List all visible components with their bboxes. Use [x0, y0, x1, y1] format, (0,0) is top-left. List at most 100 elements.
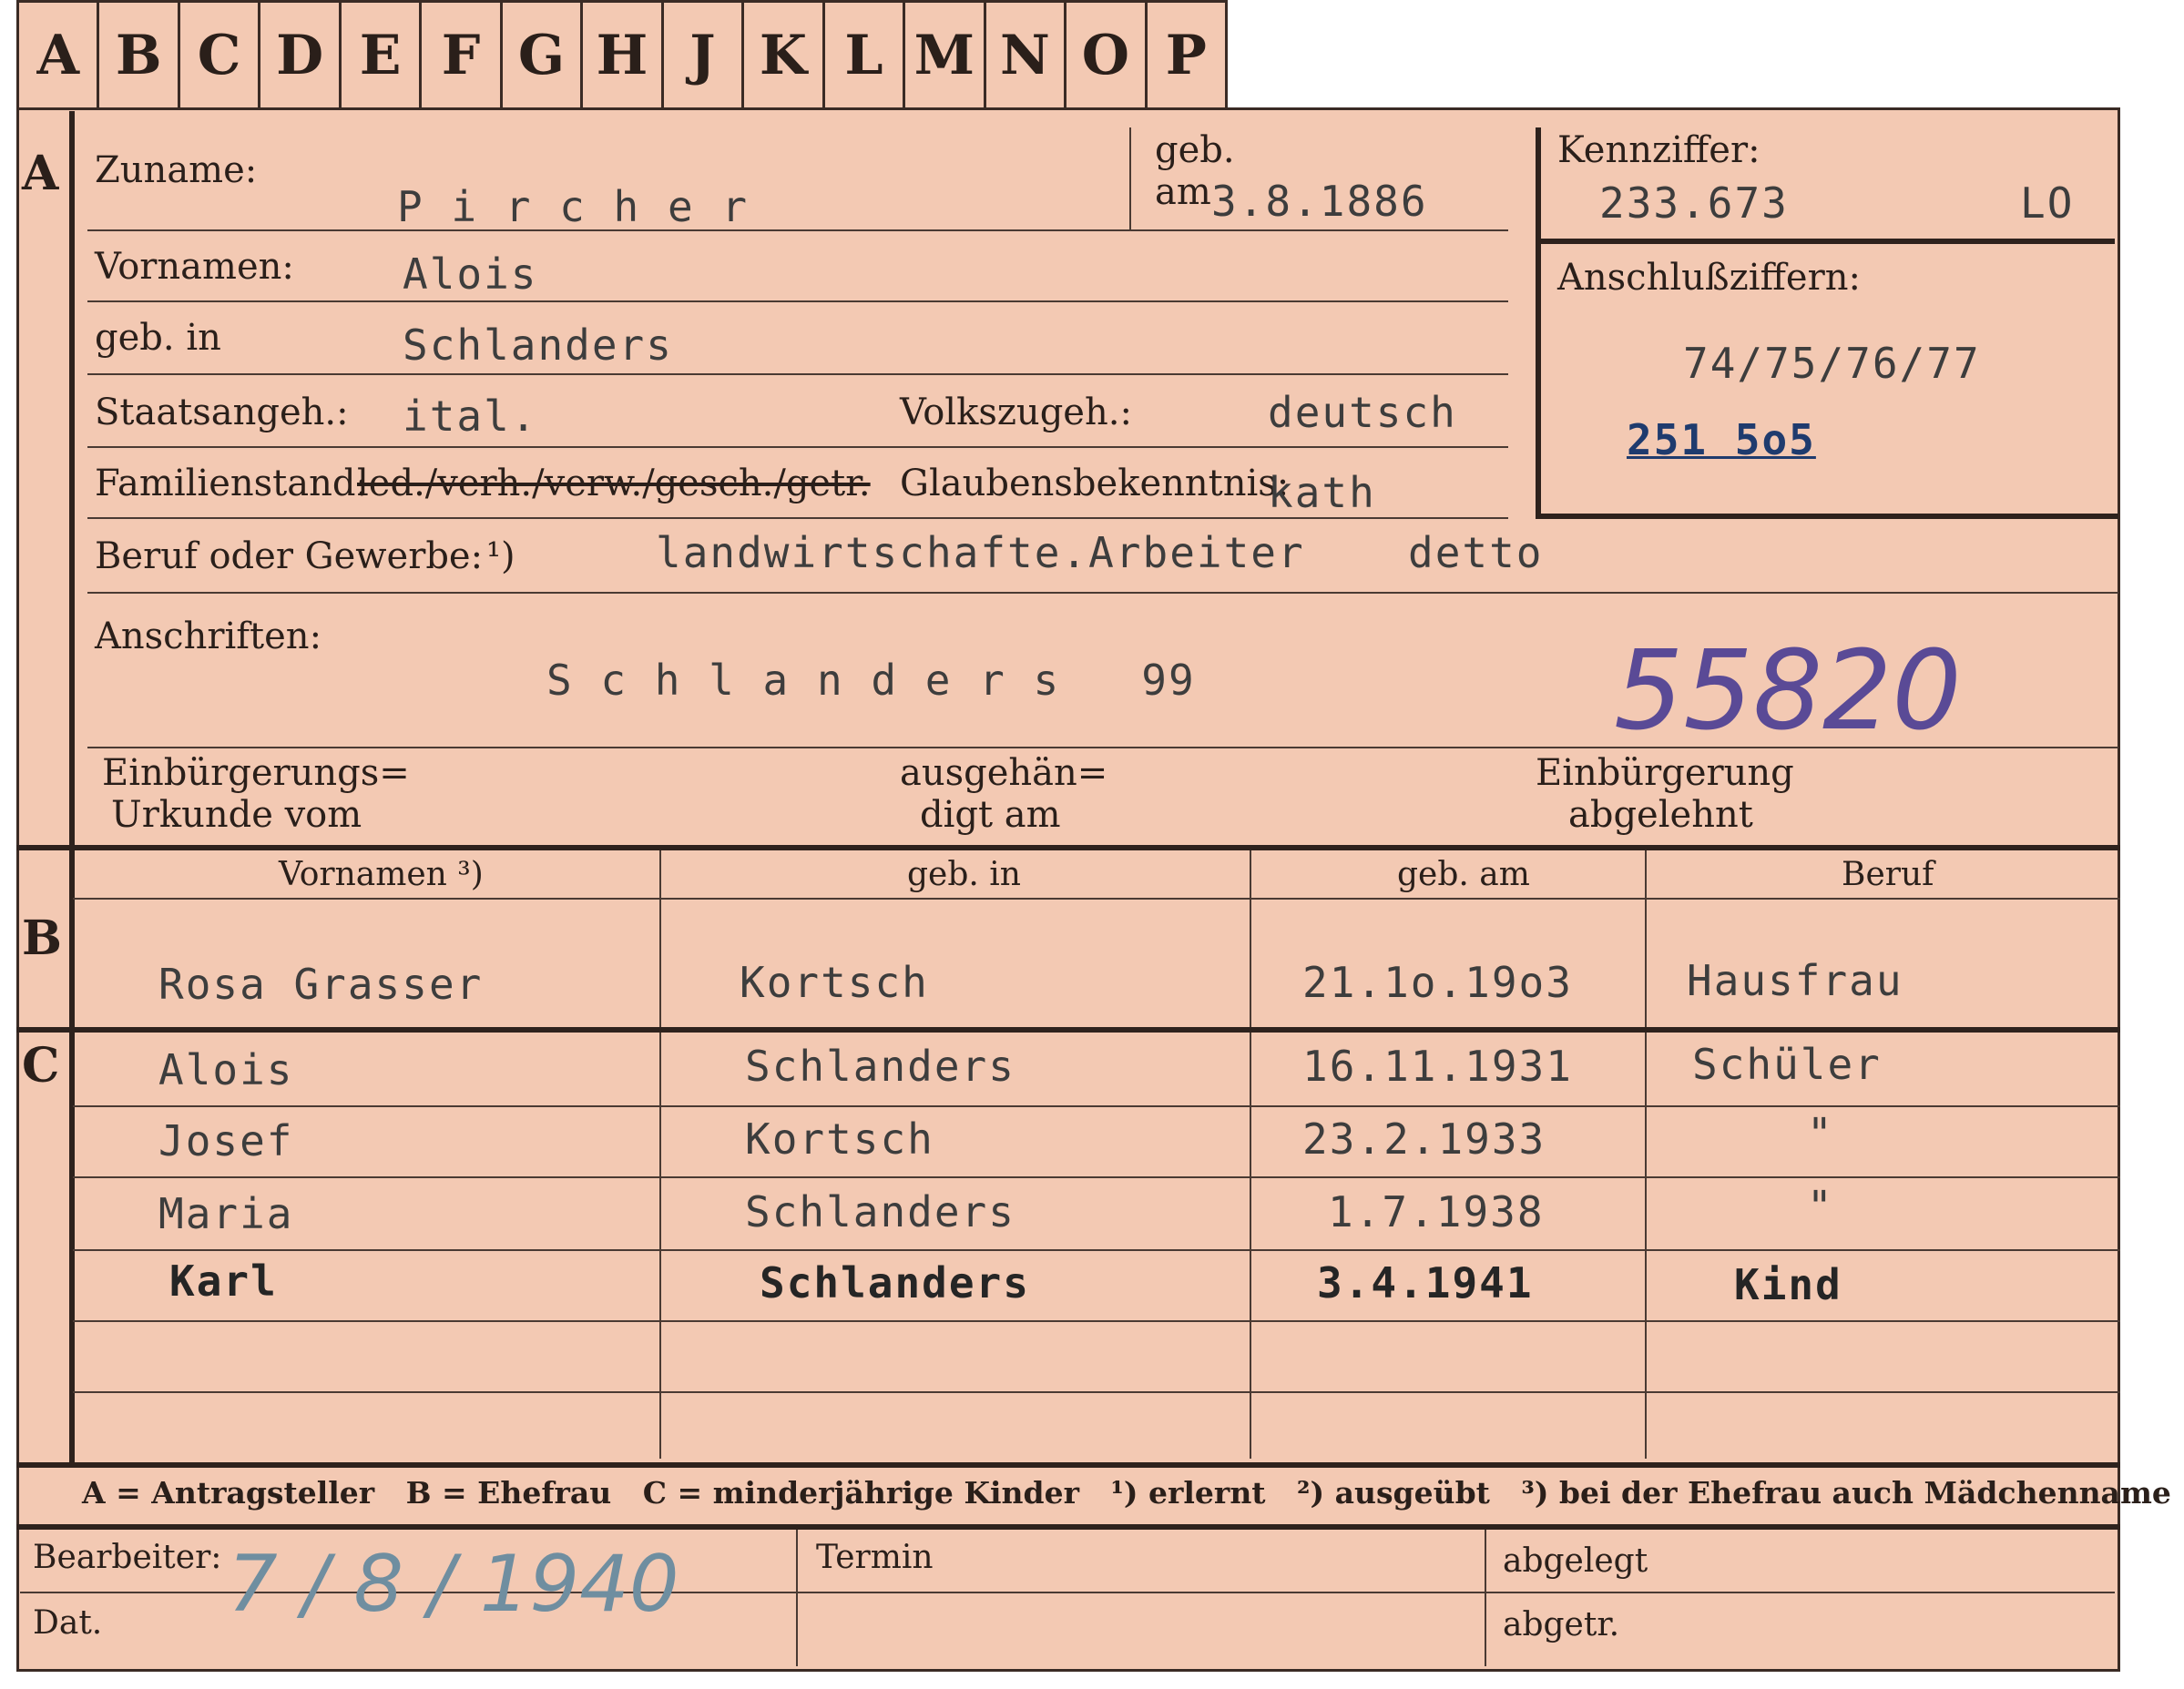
- child-4-birthplace: Schlanders: [760, 1258, 1030, 1307]
- rule-staatsangeh: [87, 446, 1508, 448]
- child-2-birthplace: Kortsch: [745, 1114, 934, 1164]
- child-4-birthdate: 3.4.1941: [1317, 1258, 1534, 1307]
- tab-letter[interactable]: E: [342, 3, 423, 107]
- spouse-birthplace: Kortsch: [740, 958, 929, 1007]
- anschluss-label: Anschlußziffern:: [1557, 257, 1861, 299]
- tab-letter[interactable]: B: [99, 3, 180, 107]
- kennziffer-value: 233.673: [1599, 178, 1789, 228]
- beruf-value-2: detto: [1408, 528, 1544, 577]
- abgelegt-label: abgelegt: [1503, 1542, 1648, 1580]
- beruf-label: Beruf oder Gewerbe:: [95, 535, 484, 577]
- vornamen-label: Vornamen:: [95, 246, 294, 288]
- einbuergerung-label-2: abgelehnt: [1568, 794, 1753, 836]
- child-2-occupation: ": [1807, 1109, 1834, 1158]
- bearbeiter-label: Bearbeiter:: [33, 1539, 222, 1576]
- tab-letter[interactable]: F: [422, 3, 503, 107]
- child-3-occupation: ": [1807, 1182, 1834, 1231]
- rule-c-1: [73, 1105, 2120, 1107]
- termin-label: Termin: [816, 1539, 934, 1576]
- volkszugeh-value: deutsch: [1268, 388, 1457, 437]
- ausgehaen-label-1: ausgehän=: [900, 752, 1108, 794]
- staatsangeh-value: ital.: [403, 392, 538, 441]
- letter-tabs: A B C D E F G H J K L M N O P: [16, 0, 1228, 107]
- child-1-name: Alois: [158, 1045, 294, 1094]
- child-2-name: Josef: [158, 1116, 294, 1165]
- rule-c-4: [73, 1320, 2120, 1322]
- anschriften-value: S c h l a n d e r s 99: [546, 656, 1196, 705]
- anschriften-label: Anschriften:: [95, 616, 322, 657]
- header-geb-am: geb. am: [1397, 856, 1530, 893]
- tab-letter[interactable]: K: [744, 3, 825, 107]
- zuname-label: Zuname:: [95, 149, 258, 191]
- tab-letter[interactable]: J: [664, 3, 745, 107]
- child-2-birthdate: 23.2.1933: [1302, 1114, 1546, 1164]
- am-label: am: [1155, 171, 1211, 213]
- col-line-1: [659, 850, 661, 1459]
- spouse-birthdate: 21.1o.19o3: [1302, 958, 1573, 1007]
- einbuergerungs-label-2: Urkunde vom: [111, 794, 362, 836]
- child-4-name: Karl: [169, 1257, 278, 1306]
- spouse-name: Rosa Grasser: [158, 960, 484, 1009]
- rule-vornamen: [87, 300, 1508, 302]
- rule-c-5: [73, 1391, 2120, 1393]
- beruf-note: ¹): [486, 535, 515, 577]
- child-1-occupation: Schüler: [1692, 1040, 1882, 1089]
- tab-letter[interactable]: C: [180, 3, 261, 107]
- tab-letter[interactable]: A: [19, 3, 100, 107]
- kennziffer-label: Kennziffer:: [1557, 129, 1760, 171]
- child-4-occupation: Kind: [1734, 1260, 1842, 1309]
- zuname-value: P i r c h e r: [397, 182, 750, 231]
- tab-letter[interactable]: D: [260, 3, 342, 107]
- rule-geb-am-divider: [1129, 127, 1131, 229]
- legend: A = Antragsteller B = Ehefrau C = minder…: [82, 1475, 2171, 1511]
- margin-line: [69, 111, 75, 1468]
- col-line-3: [1645, 850, 1647, 1459]
- rule-b-header: [73, 898, 2120, 900]
- tab-letter[interactable]: P: [1148, 3, 1225, 107]
- tab-letter[interactable]: G: [503, 3, 584, 107]
- divider-legend-footer: [16, 1524, 2120, 1530]
- rule-beruf: [87, 592, 2118, 594]
- geb-in-value: Schlanders: [403, 321, 673, 370]
- staatsangeh-label: Staatsangeh.:: [95, 392, 349, 433]
- divider-b-c: [16, 1027, 2120, 1033]
- section-c-marker: C: [22, 1038, 60, 1094]
- volkszugeh-label: Volkszugeh.:: [900, 392, 1132, 433]
- child-3-birthplace: Schlanders: [745, 1187, 1015, 1236]
- child-1-birthdate: 16.11.1931: [1302, 1042, 1573, 1091]
- tab-letter[interactable]: M: [905, 3, 986, 107]
- kennziffer-code: LO: [2020, 178, 2075, 228]
- section-a-marker: A: [22, 146, 59, 201]
- ausgehaen-label-2: digt am: [920, 794, 1061, 836]
- geb-am-value: 3.8.1886: [1211, 177, 1428, 226]
- anschluss-value: 74/75/76/77: [1683, 339, 1981, 388]
- familienstand-options: led./verh./verw./gesch./getr.: [357, 463, 871, 504]
- tab-letter[interactable]: N: [986, 3, 1067, 107]
- geb-label: geb.: [1155, 129, 1235, 171]
- einbuergerungs-label-1: Einbürgerungs=: [102, 752, 410, 794]
- tab-letter[interactable]: H: [583, 3, 664, 107]
- child-1-birthplace: Schlanders: [745, 1042, 1015, 1091]
- dat-label: Dat.: [33, 1604, 103, 1642]
- rule-c-3: [73, 1249, 2120, 1251]
- header-vornamen: Vornamen ³): [279, 856, 484, 893]
- header-beruf: Beruf: [1842, 856, 1934, 893]
- geb-in-label: geb. in: [95, 317, 221, 359]
- child-3-name: Maria: [158, 1189, 294, 1238]
- tab-letter[interactable]: L: [825, 3, 906, 107]
- rule-geb-in: [87, 373, 1508, 375]
- col-line-2: [1250, 850, 1251, 1459]
- section-b-marker: B: [22, 911, 62, 966]
- rule-zuname: [87, 229, 1508, 231]
- beruf-value: landwirtschafte.Arbeiter: [656, 528, 1305, 577]
- kennziffer-divider: [1541, 239, 2115, 244]
- vornamen-value: Alois: [403, 249, 538, 299]
- header-geb-in: geb. in: [907, 856, 1021, 893]
- spouse-occupation: Hausfrau: [1687, 956, 1903, 1005]
- anschluss-value-2: 251 5o5: [1627, 415, 1816, 464]
- einbuergerung-label-1: Einbürgerung: [1536, 752, 1794, 794]
- rule-familienstand: [87, 517, 1508, 519]
- tab-letter[interactable]: O: [1066, 3, 1148, 107]
- divider-c-legend: [16, 1462, 2120, 1468]
- handwritten-number: 55820: [1614, 628, 1962, 755]
